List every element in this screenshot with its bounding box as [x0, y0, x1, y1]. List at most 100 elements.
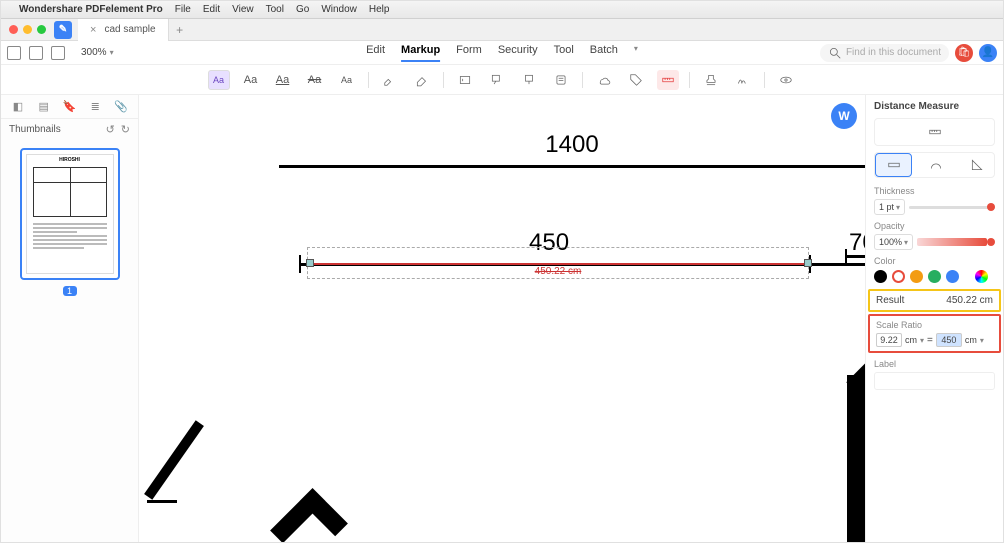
properties-panel: Distance Measure Thickness 1 pt▾ Opacity…	[865, 95, 1003, 542]
result-label: Result	[876, 295, 904, 306]
menu-edit[interactable]: Edit	[203, 4, 220, 15]
thickness-slider[interactable]	[909, 206, 995, 209]
result-box: Result 450.22 cm	[868, 289, 1001, 312]
opacity-thumb[interactable]	[987, 238, 995, 246]
callout1-icon[interactable]	[486, 70, 508, 90]
toolbar-separator	[689, 72, 690, 88]
color-green[interactable]	[928, 270, 941, 283]
scale-from-input[interactable]: 9.22	[876, 333, 902, 347]
textbox-icon[interactable]	[454, 70, 476, 90]
word-export-button[interactable]: W	[831, 103, 857, 129]
drawing-shape-corner	[270, 488, 348, 542]
tab-cad-sample[interactable]: × cad sample	[78, 19, 169, 41]
tab-close-icon[interactable]: ×	[90, 24, 96, 36]
mode-edit[interactable]: Edit	[366, 44, 385, 62]
tag-icon[interactable]	[625, 70, 647, 90]
eye-icon[interactable]	[775, 70, 797, 90]
color-red[interactable]	[892, 270, 905, 283]
search-icon	[828, 46, 842, 60]
menu-help[interactable]: Help	[369, 4, 390, 15]
tab-distance[interactable]	[875, 153, 912, 177]
cloud-icon[interactable]	[593, 70, 615, 90]
thickness-select[interactable]: 1 pt▾	[874, 199, 905, 215]
text-underline-button[interactable]: Aa	[272, 70, 294, 90]
account-icon[interactable]: 👤	[979, 44, 997, 62]
scale-to-unit[interactable]: cm	[965, 335, 977, 345]
callout2-icon[interactable]	[518, 70, 540, 90]
note-icon[interactable]	[550, 70, 572, 90]
attachments-tab-icon[interactable]: 📎	[113, 100, 129, 114]
opacity-slider[interactable]	[917, 238, 987, 246]
menu-view[interactable]: View	[232, 4, 254, 15]
tab-perimeter[interactable]	[918, 153, 953, 177]
color-picker-icon[interactable]	[975, 270, 988, 283]
toolbar-separator	[764, 72, 765, 88]
measure-handle-left[interactable]	[306, 259, 314, 267]
label-input[interactable]	[874, 372, 995, 390]
mode-batch[interactable]: Batch	[590, 44, 618, 62]
tab-area[interactable]	[959, 153, 994, 177]
shop-icon[interactable]: 🛍	[955, 44, 973, 62]
scale-to-input[interactable]: 450	[936, 333, 962, 347]
tab-add-button[interactable]: +	[169, 23, 191, 37]
window-tabstrip: ✎ × cad sample +	[1, 19, 1003, 41]
text-strike-button[interactable]: Aa	[304, 70, 326, 90]
app-name[interactable]: Wondershare PDFelement Pro	[19, 4, 163, 15]
bookmarks-tab-icon[interactable]: 🔖	[61, 100, 77, 114]
eraser-icon[interactable]	[411, 70, 433, 90]
rotate-left-icon[interactable]: ↺	[106, 123, 115, 136]
zoom-value: 300%	[81, 47, 107, 58]
mode-markup[interactable]: Markup	[401, 44, 440, 62]
stamp-icon[interactable]	[700, 70, 722, 90]
measure-line	[310, 263, 806, 265]
document-canvas[interactable]: W 1400 450 70 450.22 cm	[139, 95, 865, 542]
thumbnail-page-number: 1	[63, 286, 77, 296]
scale-ratio-box: Scale Ratio 9.22 cm▾ = 450 cm▾	[868, 314, 1001, 353]
color-orange[interactable]	[910, 270, 923, 283]
mode-tool[interactable]: Tool	[554, 44, 574, 62]
layers-tab-icon[interactable]: ≣	[87, 100, 103, 114]
tab-label: cad sample	[104, 24, 155, 35]
dimension-1400-label: 1400	[545, 131, 598, 159]
menu-go[interactable]: Go	[296, 4, 309, 15]
toolbar-separator	[368, 72, 369, 88]
color-label: Color	[874, 256, 995, 266]
grid-toggle-icon[interactable]	[51, 46, 65, 60]
measure-selection[interactable]: 450.22 cm	[307, 247, 809, 279]
thumbnail-page-1[interactable]: HIROSHI	[20, 148, 120, 280]
chevron-down-icon[interactable]: ▾	[634, 44, 638, 62]
menu-file[interactable]: File	[175, 4, 191, 15]
sidebar-toggle-icon[interactable]	[7, 46, 21, 60]
thumbnails-tab-icon[interactable]: ▤	[36, 100, 52, 114]
text-highlight-button[interactable]: Aa	[208, 70, 230, 90]
opacity-select[interactable]: 100%▾	[874, 234, 913, 250]
color-blue[interactable]	[946, 270, 959, 283]
measure-handle-right[interactable]	[804, 259, 812, 267]
ruler-icon	[928, 125, 942, 139]
sign-icon[interactable]	[732, 70, 754, 90]
ruler-icon[interactable]	[657, 70, 679, 90]
color-black[interactable]	[874, 270, 887, 283]
text-style2-button[interactable]: Aa	[240, 70, 262, 90]
highlighter-icon[interactable]	[379, 70, 401, 90]
mode-tabs: Edit Markup Form Security Tool Batch ▾	[366, 44, 638, 62]
minimize-window-button[interactable]	[23, 25, 32, 34]
text-small-button[interactable]: Aa	[336, 70, 358, 90]
menu-tool[interactable]: Tool	[266, 4, 284, 15]
sidepanel-toggle-icon[interactable]: ◧	[10, 100, 26, 114]
app-toolbar-row: 300% ▾ Edit Markup Form Security Tool Ba…	[1, 41, 1003, 65]
thumbnails-toggle-icon[interactable]	[29, 46, 43, 60]
scale-label: Scale Ratio	[876, 320, 993, 330]
search-box[interactable]: Find in this document	[820, 44, 949, 62]
scale-from-unit[interactable]: cm	[905, 335, 917, 345]
rotate-right-icon[interactable]: ↻	[121, 123, 130, 136]
mode-security[interactable]: Security	[498, 44, 538, 62]
menu-window[interactable]: Window	[321, 4, 357, 15]
close-window-button[interactable]	[9, 25, 18, 34]
mode-form[interactable]: Form	[456, 44, 482, 62]
zoom-window-button[interactable]	[37, 25, 46, 34]
zoom-dropdown[interactable]: 300% ▾	[81, 47, 114, 58]
dimension-70-label: 70	[849, 229, 865, 257]
thickness-value: 1 pt	[879, 202, 894, 212]
sidebar: ◧ ▤ 🔖 ≣ 📎 Thumbnails ↺ ↻ HIROSHI 1	[1, 95, 139, 542]
